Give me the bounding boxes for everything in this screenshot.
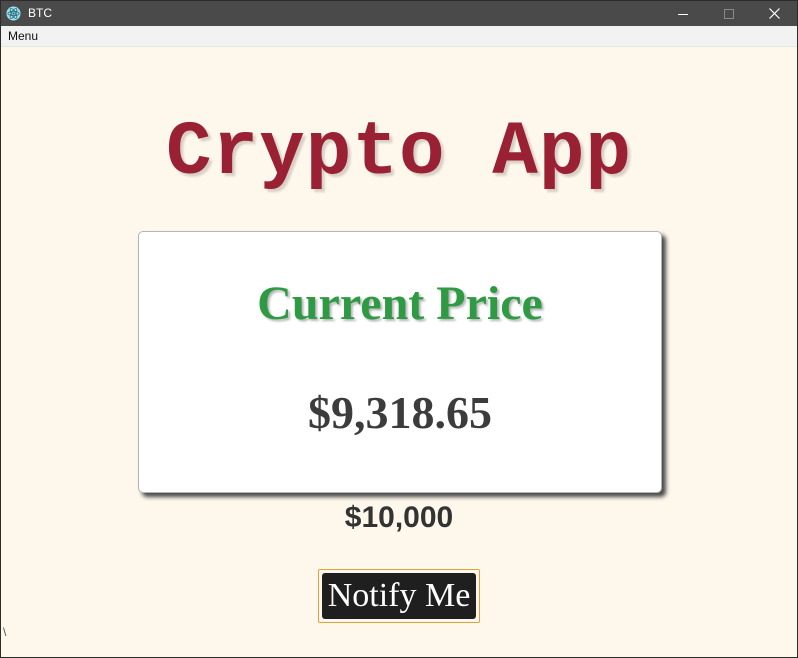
target-price: $10,000 [344, 501, 454, 534]
title-bar[interactable]: BTC [1, 1, 797, 26]
card-heading: Current Price [257, 277, 543, 330]
notify-me-button[interactable]: Notify Me [322, 573, 476, 619]
menu-item-menu[interactable]: Menu [8, 29, 38, 43]
close-icon [768, 8, 780, 19]
corner-text: \ [3, 625, 7, 639]
maximize-button[interactable] [706, 1, 752, 26]
minimize-button[interactable] [660, 1, 706, 26]
maximize-icon [724, 8, 734, 19]
window-title: BTC [28, 6, 52, 20]
app-window: BTC Menu Crypto App Current Price $9,318… [0, 0, 798, 658]
price-card: Current Price $9,318.65 [138, 231, 662, 493]
page-title: Crypto App [165, 110, 633, 196]
current-price-value: $9,318.65 [308, 387, 492, 438]
minimize-icon [678, 13, 688, 15]
menu-bar: Menu [1, 26, 797, 47]
electron-atom-icon [6, 6, 21, 21]
app-content: Crypto App Current Price $9,318.65 $10,0… [1, 47, 797, 657]
notify-button-focus-ring: Notify Me [318, 569, 480, 623]
close-button[interactable] [751, 1, 797, 26]
